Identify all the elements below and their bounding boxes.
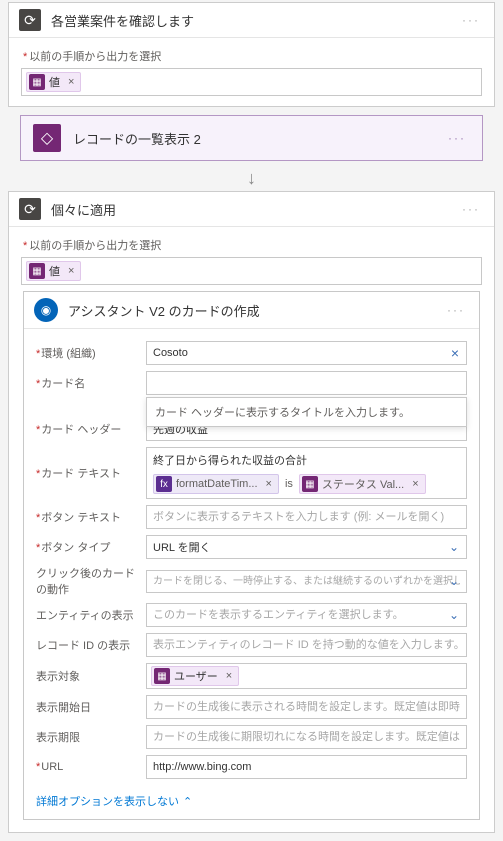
list-records-step[interactable]: ◇ レコードの一覧表示 2 ··· <box>20 115 483 161</box>
list-records-title: レコードの一覧表示 2 <box>73 129 444 148</box>
button-type-select[interactable] <box>146 535 467 559</box>
apply-each-menu[interactable]: ··· <box>458 200 484 218</box>
dynamic-content-icon: ▦ <box>154 668 170 684</box>
assistant-title: アシスタント V2 のカードの作成 <box>68 301 443 320</box>
assistant-header[interactable]: ◉ アシスタント V2 のカードの作成 ··· <box>24 292 479 329</box>
status-token[interactable]: ▦ ステータス Val... × <box>299 474 426 494</box>
token-remove[interactable]: × <box>68 76 74 88</box>
user-token[interactable]: ▦ ユーザー × <box>151 666 239 686</box>
dynamic-content-icon: ▦ <box>29 263 45 279</box>
foreach1-input-label: 以前の手順から出力を選択 <box>23 48 480 64</box>
env-clear[interactable]: × <box>451 345 459 361</box>
foreach1-title: 各営業案件を確認します <box>51 11 458 30</box>
dynamic-content-icon: ▦ <box>302 476 318 492</box>
dynamic-content-icon: ▦ <box>29 74 45 90</box>
click-action-select[interactable] <box>146 570 467 593</box>
expire-input[interactable] <box>146 725 467 749</box>
assistant-icon: ◉ <box>34 298 58 322</box>
token-label: 値 <box>49 263 60 279</box>
card-name-label: カード名 <box>36 375 146 391</box>
record-id-label: レコード ID の表示 <box>36 637 146 653</box>
foreach1-menu[interactable]: ··· <box>458 11 484 29</box>
fx-label: formatDateTim... <box>176 478 258 490</box>
click-action-label: クリック後のカードの動作 <box>36 565 146 597</box>
button-type-label: ボタン タイプ <box>36 539 146 555</box>
apply-each-input-label: 以前の手順から出力を選択 <box>23 237 480 253</box>
env-input[interactable] <box>146 341 467 365</box>
card-text-prefix: 終了日から得られた収益の合計 <box>153 452 307 468</box>
hide-advanced-label: 詳細オプションを表示しない <box>36 793 179 809</box>
card-header-label: カード ヘッダー <box>36 421 146 437</box>
start-label: 表示開始日 <box>36 699 146 715</box>
foreach1-value-token[interactable]: ▦ 値 × <box>26 72 81 92</box>
token-label: 値 <box>49 74 60 90</box>
list-records-menu[interactable]: ··· <box>444 129 470 147</box>
url-label: URL <box>36 761 146 773</box>
dataverse-icon: ◇ <box>33 124 61 152</box>
token-remove[interactable]: × <box>68 265 74 277</box>
expire-label: 表示期限 <box>36 729 146 745</box>
token-remove[interactable]: × <box>412 478 418 490</box>
url-input[interactable] <box>146 755 467 779</box>
entity-label: エンティティの表示 <box>36 607 146 623</box>
apply-each-title: 個々に適用 <box>51 200 458 219</box>
user-token-label: ユーザー <box>174 668 218 684</box>
button-text-input[interactable] <box>146 505 467 529</box>
card-name-input[interactable] <box>146 371 467 395</box>
fx-icon: fx <box>156 476 172 492</box>
record-id-input[interactable] <box>146 633 467 657</box>
foreach1-header[interactable]: ⟳ 各営業案件を確認します ··· <box>9 3 494 38</box>
status-token-label: ステータス Val... <box>322 476 404 492</box>
card-text-is: is <box>285 478 293 490</box>
assistant-menu[interactable]: ··· <box>443 301 469 319</box>
foreach-icon: ⟳ <box>19 9 41 31</box>
target-input[interactable]: ▦ ユーザー × <box>146 663 467 689</box>
button-text-label: ボタン テキスト <box>36 509 146 525</box>
card-text-input[interactable]: 終了日から得られた収益の合計 fx formatDateTim... × is … <box>146 447 467 499</box>
start-input[interactable] <box>146 695 467 719</box>
entity-select[interactable] <box>146 603 467 627</box>
target-label: 表示対象 <box>36 668 146 684</box>
token-remove[interactable]: × <box>226 670 232 682</box>
foreach1-input[interactable]: ▦ 値 × <box>21 68 482 96</box>
token-remove[interactable]: × <box>266 478 272 490</box>
flow-arrow: ↓ <box>0 169 503 187</box>
apply-each-header[interactable]: ⟳ 個々に適用 ··· <box>9 192 494 227</box>
card-name-tooltip: カード ヘッダーに表示するタイトルを入力します。 <box>146 397 467 427</box>
apply-each-input[interactable]: ▦ 値 × <box>21 257 482 285</box>
apply-each-value-token[interactable]: ▦ 値 × <box>26 261 81 281</box>
card-text-label: カード テキスト <box>36 465 146 481</box>
fx-token[interactable]: fx formatDateTim... × <box>153 474 279 494</box>
foreach-icon: ⟳ <box>19 198 41 220</box>
env-label: 環境 (組織) <box>36 345 146 361</box>
hide-advanced-link[interactable]: 詳細オプションを表示しない ⌃ <box>36 793 192 809</box>
chevron-up-icon: ⌃ <box>183 795 192 808</box>
